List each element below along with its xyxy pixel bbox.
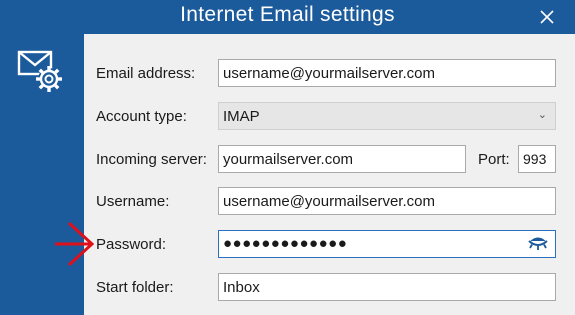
account-type-select[interactable]: IMAP ⌄ (218, 102, 556, 130)
password-field[interactable]: ●●●●●●●●●●●●● (218, 230, 556, 258)
email-row: Email address: username@yourmailserver.c… (84, 59, 575, 89)
settings-form: Email address: username@yourmailserver.c… (84, 34, 575, 315)
close-button[interactable] (535, 6, 559, 28)
email-settings-icon (17, 50, 62, 92)
port-label: Port: (478, 151, 510, 168)
window-title: Internet Email settings (180, 3, 395, 26)
show-password-icon[interactable] (527, 237, 549, 251)
username-label: Username: (96, 193, 170, 210)
username-row: Username: username@yourmailserver.com (84, 187, 575, 217)
sidebar (0, 34, 84, 315)
red-arrow-annotation (55, 221, 95, 267)
start-folder-row: Start folder: Inbox (84, 273, 575, 303)
chevron-down-icon: ⌄ (537, 109, 547, 121)
username-field[interactable]: username@yourmailserver.com (218, 187, 556, 215)
close-icon (540, 10, 554, 24)
email-field[interactable]: username@yourmailserver.com (218, 59, 556, 87)
email-label: Email address: (96, 65, 196, 82)
email-settings-window: Internet Email settings Email address: u… (0, 0, 575, 315)
password-row: Password: ●●●●●●●●●●●●● (84, 230, 575, 260)
account-type-label: Account type: (96, 108, 187, 125)
start-folder-field[interactable]: Inbox (218, 273, 556, 301)
incoming-server-field[interactable]: yourmailserver.com (218, 145, 466, 173)
account-type-value: IMAP (223, 108, 260, 125)
account-type-row: Account type: IMAP ⌄ (84, 102, 575, 132)
password-label: Password: (96, 236, 167, 253)
start-folder-label: Start folder: (96, 279, 174, 296)
incoming-server-row: Incoming server: yourmailserver.com Port… (84, 145, 575, 175)
title-bar: Internet Email settings (0, 0, 575, 34)
port-field[interactable]: 993 (518, 145, 556, 173)
incoming-server-label: Incoming server: (96, 151, 207, 168)
password-value: ●●●●●●●●●●●●● (223, 235, 348, 252)
